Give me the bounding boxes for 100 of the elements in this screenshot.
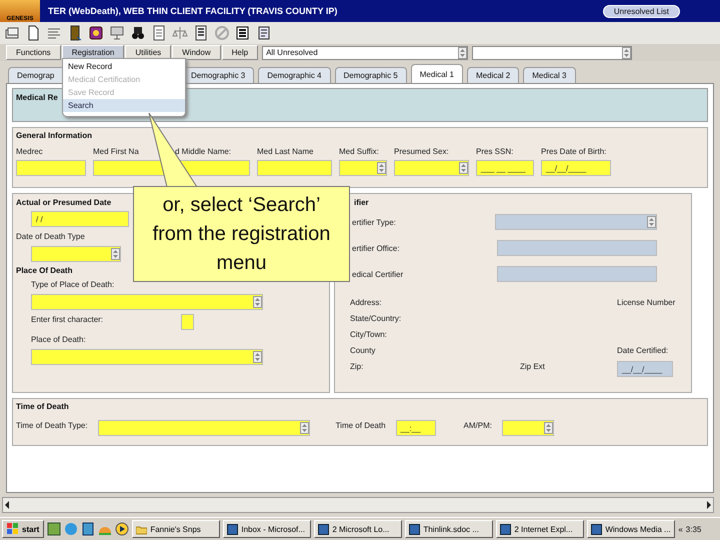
horizontal-scrollbar[interactable] xyxy=(2,497,714,513)
right-arrow-icon[interactable] xyxy=(705,500,713,510)
section-title: Place Of Death xyxy=(16,266,72,275)
app-icon xyxy=(409,524,420,534)
menu-item[interactable]: Window xyxy=(172,45,221,60)
callout-text: or, select ‘Search’ from the registration menu xyxy=(152,192,332,276)
document-icon[interactable] xyxy=(81,522,96,536)
menu-item[interactable]: New Record xyxy=(63,60,185,73)
app-icon xyxy=(318,524,330,534)
field-label: ertifier Office: xyxy=(352,242,400,254)
form-icon[interactable] xyxy=(256,25,272,41)
tab[interactable]: Medical 2 xyxy=(467,67,520,83)
menu-item[interactable]: Functions xyxy=(6,45,61,60)
window-title: TER (WebDeath), WEB THIN CLIENT FACILITY (TRAVIS COUNTY IP) xyxy=(48,6,338,16)
document-icon[interactable] xyxy=(151,25,167,41)
field-label: Medrec xyxy=(16,146,43,157)
spinner-icon[interactable] xyxy=(544,422,553,434)
spinner-icon[interactable] xyxy=(458,46,468,58)
field-label: Place of Death: xyxy=(31,334,86,345)
tab[interactable]: Medical 1 xyxy=(410,64,463,83)
field-label: Address: xyxy=(350,297,382,308)
taskbar-button[interactable]: 2 Internet Expl... xyxy=(496,520,584,538)
field-label: Type of Place of Death: xyxy=(31,279,114,290)
windows-logo-icon xyxy=(7,523,19,535)
taskbar-button[interactable]: 2 Microsoft Lo... xyxy=(314,520,402,538)
spinner-icon[interactable] xyxy=(622,46,632,58)
input-field[interactable]: / / xyxy=(31,211,129,227)
input-field[interactable]: ___ __ ____ xyxy=(476,160,534,176)
field-label: Med First Na xyxy=(93,146,139,157)
field-label: County xyxy=(350,345,376,356)
field-label: License Number xyxy=(617,297,676,308)
taskbar-button[interactable]: Fannie's Snps xyxy=(132,520,220,538)
field-label: d Middle Name: xyxy=(175,146,232,157)
menu-item[interactable]: Help xyxy=(222,45,258,60)
app-icon xyxy=(500,524,512,534)
media-player-icon[interactable] xyxy=(115,522,130,536)
field-label: Date of Death Type xyxy=(16,231,85,242)
field-label: Med Last Name xyxy=(257,146,314,157)
dropdown-field[interactable] xyxy=(31,294,263,310)
field-label: edical Certifier xyxy=(352,268,404,280)
input-field[interactable] xyxy=(16,160,86,176)
field-label: Med Suffix: xyxy=(339,146,379,157)
input-field[interactable] xyxy=(181,314,194,330)
spinner-icon[interactable] xyxy=(253,351,262,363)
section-title: ifier xyxy=(354,198,369,207)
input-field[interactable]: __/__/____ xyxy=(541,160,611,176)
section-title: Medical Re xyxy=(16,93,58,102)
start-button[interactable]: start xyxy=(2,520,44,538)
field-label: Date Certified: xyxy=(617,345,668,356)
section-title: Time of Death xyxy=(16,402,69,411)
field-label: State/Country: xyxy=(350,313,402,324)
spinner-icon[interactable] xyxy=(459,162,468,174)
monitor-icon[interactable] xyxy=(109,25,125,41)
scale-icon[interactable] xyxy=(172,25,188,41)
taskbar-button[interactable]: Inbox - Microsof... xyxy=(223,520,312,538)
tab[interactable]: Medical 3 xyxy=(523,67,576,83)
spinner-icon[interactable] xyxy=(111,248,120,260)
dropdown-field[interactable] xyxy=(394,160,469,176)
field-label: Time of Death xyxy=(336,420,386,431)
dropdown-field[interactable] xyxy=(31,349,263,365)
folder-icon xyxy=(136,524,148,534)
spinner-icon[interactable] xyxy=(253,296,262,308)
left-arrow-icon[interactable] xyxy=(3,500,11,510)
field-label: Pres Date of Birth: xyxy=(541,146,606,157)
field-label: Time of Death Type: xyxy=(16,420,88,431)
window-icon[interactable] xyxy=(4,25,20,41)
taskbar-button[interactable]: Windows Media ... xyxy=(587,520,676,538)
stack-icon[interactable] xyxy=(235,25,251,41)
app-icon xyxy=(227,524,238,534)
dropdown-field[interactable] xyxy=(502,420,554,436)
section-title: Actual or Presumed Date xyxy=(16,198,112,207)
record-list-dropdown[interactable] xyxy=(472,46,632,60)
field-label: Zip Ext xyxy=(520,361,545,372)
input-field[interactable] xyxy=(257,160,332,176)
dropdown-field[interactable] xyxy=(339,160,387,176)
list-icon[interactable] xyxy=(193,25,209,41)
dropdown-field[interactable] xyxy=(98,420,310,436)
dropdown-field[interactable] xyxy=(31,246,121,262)
no-entry-icon[interactable] xyxy=(214,25,230,41)
taskbar-button[interactable]: Thinlink.sdoc ... xyxy=(405,520,494,538)
field-label: Presumed Sex: xyxy=(394,146,449,157)
app-icon[interactable] xyxy=(47,522,62,536)
binoculars-icon[interactable] xyxy=(130,25,146,41)
spinner-icon[interactable] xyxy=(300,422,309,434)
field-label: AM/PM: xyxy=(464,420,492,431)
input-field[interactable]: __:__ xyxy=(396,420,436,436)
tray-arrow[interactable]: « xyxy=(678,524,683,534)
tab[interactable]: Demographic 5 xyxy=(334,67,407,83)
menu-item[interactable]: Search xyxy=(63,99,185,112)
book-icon[interactable] xyxy=(88,25,104,41)
clock: 3:35 xyxy=(686,524,702,534)
field-label: City/Town: xyxy=(350,329,387,340)
app-icon xyxy=(591,524,602,534)
tab[interactable]: Demographic 4 xyxy=(258,67,330,83)
field-label: ertifier Type: xyxy=(352,216,396,228)
field-label: Pres SSN: xyxy=(476,146,514,157)
spinner-icon[interactable] xyxy=(377,162,386,174)
unresolved-list-button[interactable]: Unresolved List xyxy=(602,4,680,18)
field-label: Enter first character: xyxy=(31,314,104,325)
record-filter-dropdown[interactable]: All Unresolved xyxy=(262,46,468,60)
